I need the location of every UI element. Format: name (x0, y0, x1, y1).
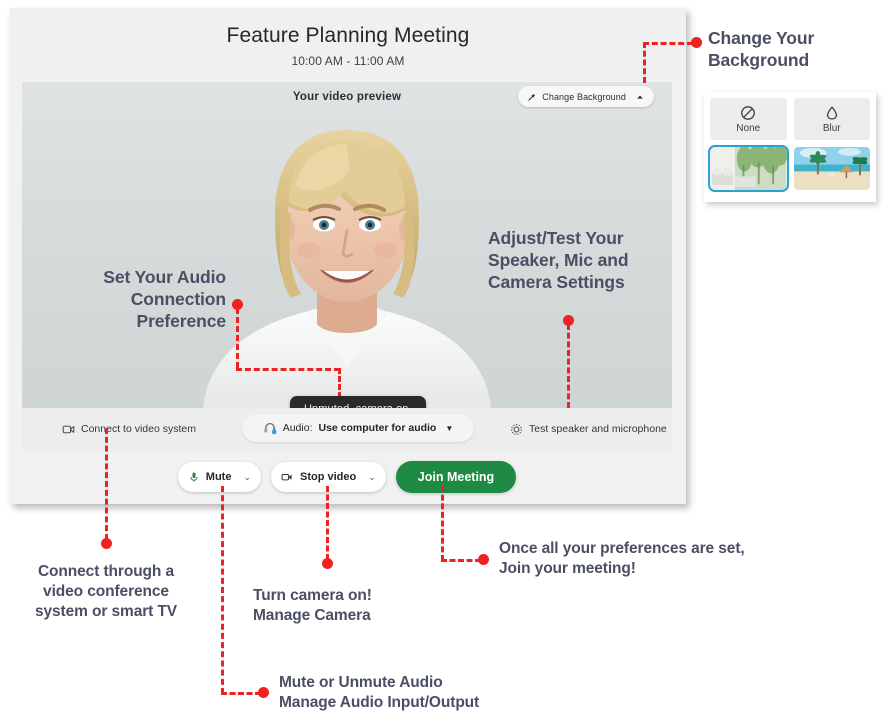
video-preview-label: Your video preview (292, 91, 402, 103)
annotation-change-background: Change Your Background (708, 28, 815, 70)
annotation-join-meeting: Once all your preferences are set, Join … (499, 540, 745, 577)
meeting-time: 10:00 AM - 11:00 AM (291, 54, 405, 68)
callout-line-connect-video-system-v (105, 428, 108, 540)
background-option-blur[interactable]: Blur (793, 98, 870, 140)
microphone-icon (190, 472, 198, 482)
mute-button-label: Mute (205, 471, 232, 483)
callout-line-audio-preference-v (236, 308, 239, 368)
annotation-audio-preference: Set Your Audio Connection Preference (103, 267, 226, 331)
callout-line-camera-v (326, 486, 329, 560)
change-background-label: Change Background (542, 91, 626, 102)
audio-value-label: Use computer for audio (318, 422, 437, 434)
join-meeting-button[interactable]: Join Meeting (395, 461, 517, 493)
callout-line-adjust-test-v (567, 324, 570, 408)
chevron-up-icon (637, 94, 643, 99)
annotation-adjust-test: Adjust/Test Your Speaker, Mic and Camera… (488, 228, 629, 292)
mute-button[interactable]: Mute ⌄ (177, 462, 262, 492)
chevron-down-icon[interactable]: ⌄ (243, 472, 251, 483)
background-options-grid: None Blur (708, 98, 870, 192)
participant-video-image (203, 130, 491, 408)
callout-line-mute-audio-v (221, 486, 224, 694)
callout-line-audio-preference-h (236, 368, 340, 371)
meeting-header: Feature Planning Meeting 10:00 AM - 11:0… (10, 8, 686, 82)
options-bar: Connect to video system Audio: Use compu… (22, 408, 672, 450)
background-options-panel: None Blur (704, 92, 876, 202)
background-option-none-label: None (736, 122, 761, 134)
annotation-camera: Turn camera on! Manage Camera (253, 587, 372, 624)
action-bar: Mute ⌄ Stop video ⌄ Join Meeting (22, 450, 672, 504)
background-option-blur-label: Blur (822, 122, 841, 134)
camera-icon (281, 473, 292, 481)
chevron-down-icon: ▼ (445, 423, 454, 433)
headset-icon (264, 422, 277, 435)
video-system-icon (62, 425, 75, 433)
change-background-button[interactable]: Change Background (518, 86, 654, 107)
background-option-beach[interactable] (793, 147, 870, 190)
chevron-down-icon[interactable]: ⌄ (368, 472, 376, 483)
living-room-thumbnail (710, 147, 787, 190)
annotation-mute-audio: Mute or Unmute Audio Manage Audio Input/… (279, 674, 480, 711)
audio-prefix-label: Audio: (282, 422, 313, 434)
stop-video-button-label: Stop video (300, 471, 357, 483)
status-tooltip: Unmuted, camera on. (290, 396, 426, 408)
meeting-title: Feature Planning Meeting (226, 24, 470, 47)
background-option-none[interactable]: None (710, 98, 787, 140)
test-speaker-microphone-button[interactable]: Test speaker and microphone (510, 423, 667, 436)
callout-line-join-meeting-v (441, 486, 444, 561)
connect-to-video-system-button[interactable]: Connect to video system (62, 423, 196, 436)
connect-to-video-system-label: Connect to video system (81, 423, 196, 435)
callout-line-mute-audio-h (221, 692, 261, 695)
magic-wand-icon (528, 93, 536, 101)
callout-line-join-meeting-h (441, 559, 481, 562)
gear-icon (511, 423, 522, 435)
background-option-living-room[interactable] (708, 145, 789, 192)
test-speaker-microphone-label: Test speaker and microphone (529, 423, 667, 435)
join-meeting-label: Join Meeting (417, 470, 495, 484)
no-background-icon (741, 105, 756, 120)
screenshot-root: Feature Planning Meeting 10:00 AM - 11:0… (0, 0, 884, 722)
blur-droplet-icon (826, 105, 837, 120)
callout-line-change-background-h (643, 42, 693, 45)
audio-connection-dropdown[interactable]: Audio: Use computer for audio ▼ (242, 414, 474, 442)
beach-thumbnail (793, 147, 870, 190)
callout-line-change-background-v (643, 42, 646, 83)
annotation-connect-video-system: Connect through a video conference syste… (34, 563, 178, 620)
